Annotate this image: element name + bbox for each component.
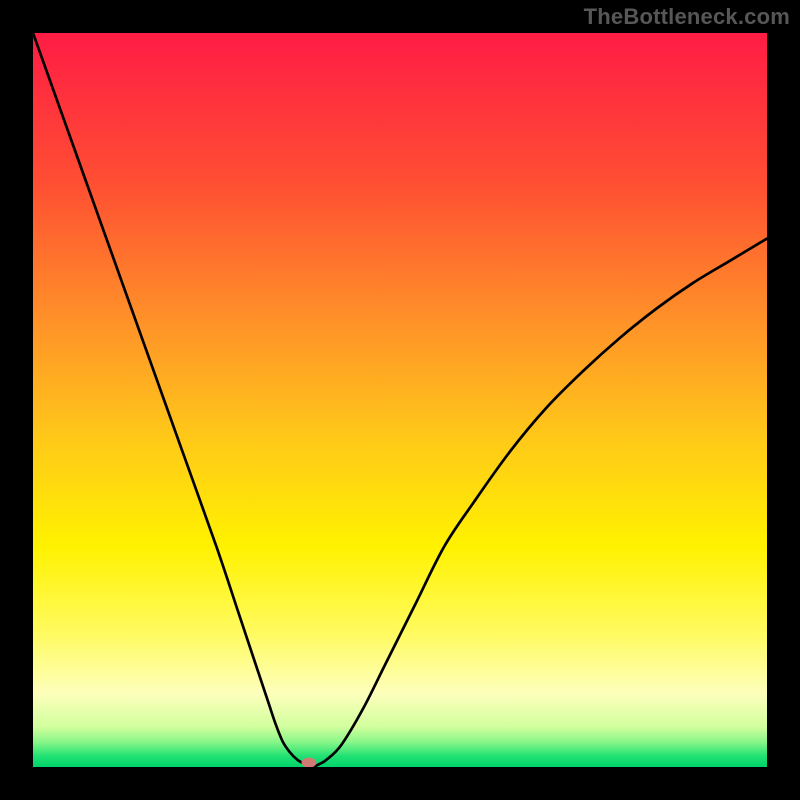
gradient-background: [33, 33, 767, 767]
watermark-text: TheBottleneck.com: [584, 4, 790, 30]
chart-frame: TheBottleneck.com: [0, 0, 800, 800]
plot-area: [33, 33, 767, 767]
bottleneck-curve-chart: [33, 33, 767, 767]
